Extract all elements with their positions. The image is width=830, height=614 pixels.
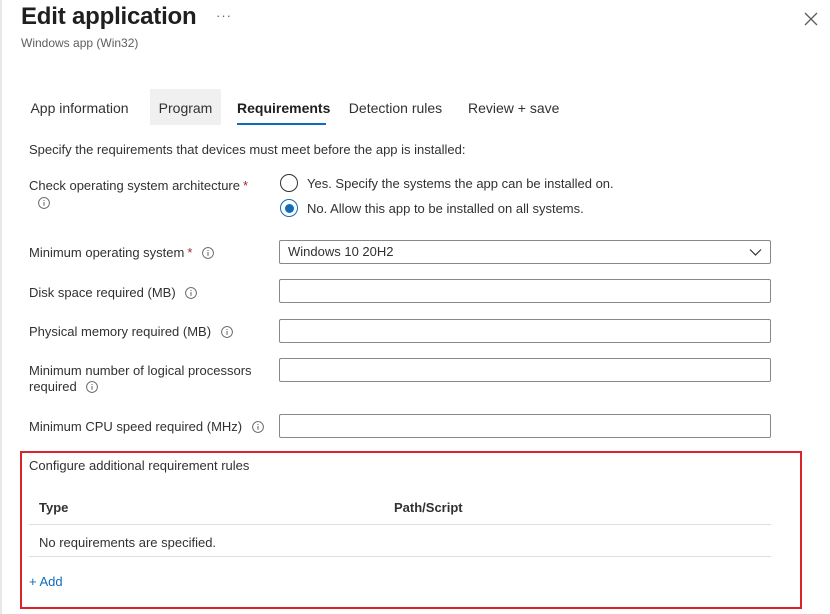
min-os-dropdown[interactable]: Windows 10 20H2 xyxy=(279,240,771,264)
radio-yes-label: Yes. Specify the systems the app can be … xyxy=(307,175,614,191)
physical-memory-input[interactable] xyxy=(279,319,771,343)
os-architecture-label-text: Check operating system architecture xyxy=(29,178,240,193)
add-rule-link[interactable]: + Add xyxy=(29,574,63,589)
processors-label: Minimum number of logical processors req… xyxy=(29,363,252,395)
processors-label-line2: required xyxy=(29,379,77,394)
min-os-selected-value: Windows 10 20H2 xyxy=(288,244,394,259)
os-architecture-yes-option[interactable]: Yes. Specify the systems the app can be … xyxy=(280,173,614,193)
additional-rules-title: Configure additional requirement rules xyxy=(29,458,250,473)
info-icon[interactable] xyxy=(202,247,214,259)
table-header-divider xyxy=(29,524,771,525)
info-icon[interactable] xyxy=(38,197,50,209)
disk-space-label-text: Disk space required (MB) xyxy=(29,285,176,300)
physical-memory-label-text: Physical memory required (MB) xyxy=(29,324,212,339)
tab-detection-rules[interactable]: Detection rules xyxy=(347,89,444,125)
radio-no-label: No. Allow this app to be installed on al… xyxy=(307,200,584,216)
min-os-label: Minimum operating system * xyxy=(29,245,214,261)
info-icon[interactable] xyxy=(251,421,264,433)
radio-yes[interactable] xyxy=(280,174,298,192)
min-os-label-text: Minimum operating system xyxy=(29,245,185,260)
radio-no[interactable] xyxy=(280,199,298,217)
empty-table-message: No requirements are specified. xyxy=(39,535,217,550)
os-architecture-label: Check operating system architecture * xyxy=(29,178,248,194)
tab-app-information[interactable]: App information xyxy=(21,89,138,125)
cpu-speed-label: Minimum CPU speed required (MHz) xyxy=(29,419,264,435)
processors-input[interactable] xyxy=(279,358,771,382)
cpu-speed-input[interactable] xyxy=(279,414,771,438)
disk-space-label: Disk space required (MB) xyxy=(29,285,198,301)
more-options-button[interactable]: ··· xyxy=(216,8,232,23)
column-header-path-script: Path/Script xyxy=(394,500,463,515)
info-icon[interactable] xyxy=(86,381,99,393)
required-asterisk: * xyxy=(242,178,249,193)
tab-requirements[interactable]: Requirements xyxy=(237,89,330,125)
column-header-type: Type xyxy=(39,500,69,515)
table-row-divider xyxy=(29,556,771,557)
info-icon[interactable] xyxy=(220,326,233,338)
page-subtitle: Windows app (Win32) xyxy=(21,36,139,50)
os-architecture-no-option[interactable]: No. Allow this app to be installed on al… xyxy=(280,198,584,218)
required-asterisk: * xyxy=(187,245,193,260)
close-icon xyxy=(804,12,818,26)
tab-program[interactable]: Program xyxy=(150,89,221,125)
additional-rules-highlight xyxy=(20,451,802,609)
info-icon[interactable] xyxy=(185,287,198,299)
chevron-down-icon xyxy=(749,249,762,256)
page-title: Edit application xyxy=(21,3,197,30)
active-tab-indicator xyxy=(237,123,326,125)
disk-space-input[interactable] xyxy=(279,279,771,303)
processors-label-line1: Minimum number of logical processors xyxy=(29,363,252,378)
tab-requirements-label: Requirements xyxy=(237,100,331,116)
intro-text: Specify the requirements that devices mu… xyxy=(29,142,466,157)
cpu-speed-label-text: Minimum CPU speed required (MHz) xyxy=(29,419,243,434)
tab-review-save[interactable]: Review + save xyxy=(468,89,559,125)
close-button[interactable] xyxy=(800,8,822,30)
panel-left-border xyxy=(0,0,2,614)
physical-memory-label: Physical memory required (MB) xyxy=(29,324,233,340)
